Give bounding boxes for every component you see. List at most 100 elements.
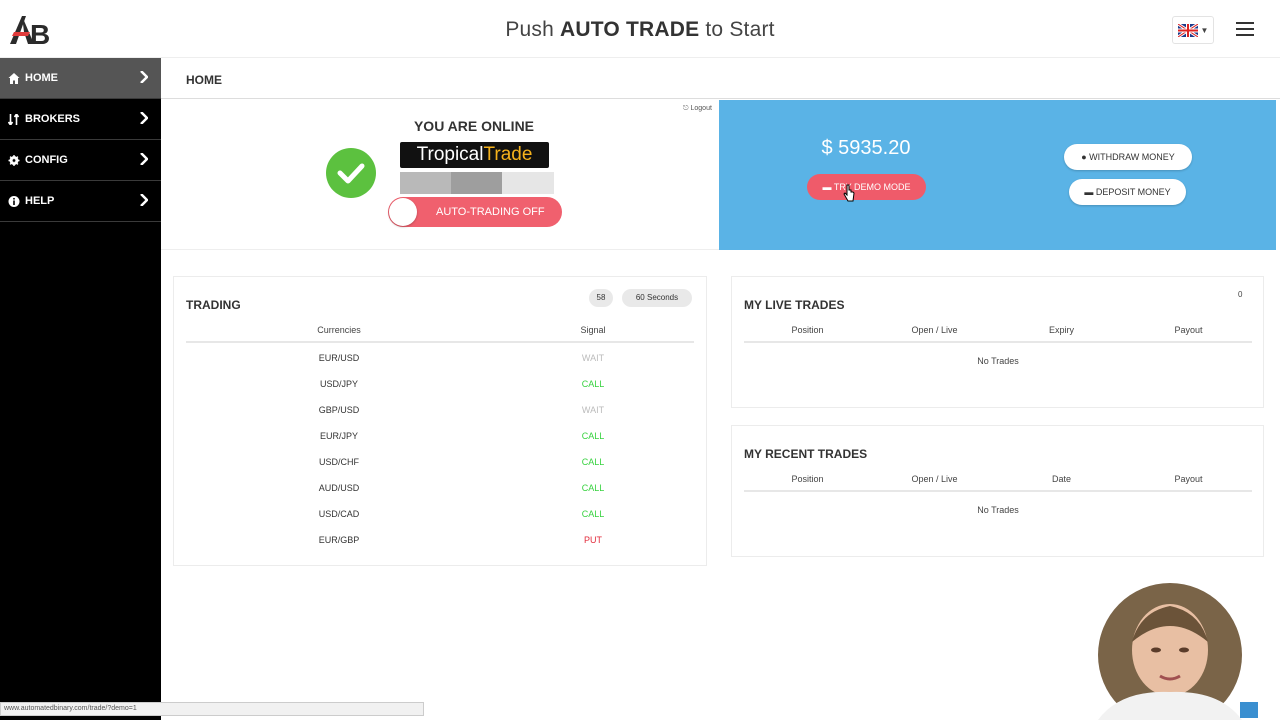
column-header: Date bbox=[1051, 474, 1071, 484]
trading-title: TRADING bbox=[186, 298, 241, 312]
column-header: Open / Live bbox=[911, 325, 958, 335]
table-row: USD/CAD CALL bbox=[186, 501, 694, 527]
try-demo-mode-button[interactable]: ▬ TRY DEMO MODE bbox=[807, 174, 926, 200]
home-icon bbox=[8, 72, 20, 84]
countdown-badge: 58 bbox=[589, 289, 613, 307]
brand-first-word: Tropical bbox=[416, 144, 484, 165]
recent-trades-empty: No Trades bbox=[977, 505, 1019, 515]
currency-pair: EUR/GBP bbox=[318, 535, 360, 545]
chevron-down-icon: ▼ bbox=[1200, 25, 1209, 35]
withdraw-button-label: WITHDRAW MONEY bbox=[1089, 152, 1175, 162]
trade-signal: CALL bbox=[581, 483, 605, 493]
trading-table-header: Currencies Signal bbox=[186, 325, 694, 343]
mouse-pointer-icon bbox=[843, 184, 855, 202]
sidebar-item-config[interactable]: CONFIG bbox=[0, 140, 161, 181]
recent-trades-header: Position Open / Live Date Payout bbox=[744, 474, 1252, 492]
column-header: Open / Live bbox=[911, 474, 958, 484]
deposit-button-label: DEPOSIT MONEY bbox=[1095, 187, 1171, 197]
presenter-webcam-video bbox=[1098, 583, 1258, 720]
logout-icon: ⎋ bbox=[683, 105, 689, 112]
credit-card-icon: ▬ bbox=[822, 182, 832, 192]
currency-pair: USD/CAD bbox=[318, 509, 360, 519]
live-trades-count: 0 bbox=[1238, 290, 1243, 299]
trading-card: TRADING 58 60 Seconds Currencies Signal … bbox=[173, 276, 707, 566]
uk-flag-icon bbox=[1177, 23, 1198, 37]
table-row: EUR/GBP PUT bbox=[186, 527, 694, 553]
breadcrumb: HOME bbox=[186, 73, 222, 87]
online-status-title: YOU ARE ONLINE bbox=[413, 118, 535, 134]
headline-suffix: to Start bbox=[705, 18, 775, 41]
connection-progress-bar bbox=[400, 172, 554, 194]
table-row: EUR/USD WAIT bbox=[186, 345, 694, 371]
hamburger-menu-icon[interactable] bbox=[1236, 22, 1254, 36]
breadcrumb-bar: HOME bbox=[161, 58, 1280, 99]
column-header: Expiry bbox=[1048, 325, 1074, 335]
top-bar: B Push AUTO TRADE to Start ▼ bbox=[0, 0, 1280, 58]
chevron-right-icon bbox=[140, 153, 148, 165]
column-header: Position bbox=[791, 474, 824, 484]
column-header: Payout bbox=[1174, 325, 1203, 335]
chevron-right-icon bbox=[140, 194, 148, 206]
logout-label: Logout bbox=[690, 105, 712, 112]
info-icon bbox=[8, 195, 20, 207]
sidebar-item-help[interactable]: HELP bbox=[0, 181, 161, 222]
brokers-icon bbox=[8, 113, 20, 125]
trade-signal: CALL bbox=[581, 431, 605, 441]
live-trades-card: MY LIVE TRADES 0 Position Open / Live Ex… bbox=[731, 276, 1264, 408]
currency-pair: AUD/USD bbox=[318, 483, 360, 493]
table-row: USD/CHF CALL bbox=[186, 449, 694, 475]
online-check-icon bbox=[326, 148, 376, 198]
auto-trading-toggle[interactable]: AUTO-TRADING OFF bbox=[388, 197, 562, 227]
trade-signal: CALL bbox=[581, 509, 605, 519]
column-header: Signal bbox=[580, 325, 606, 335]
sidebar-item-label: HOME bbox=[25, 72, 58, 84]
currency-pair: EUR/JPY bbox=[319, 431, 358, 441]
interval-selector[interactable]: 60 Seconds bbox=[622, 289, 692, 307]
broker-brand-logo: TropicalTrade bbox=[400, 142, 549, 168]
withdraw-money-button[interactable]: ● WITHDRAW MONEY bbox=[1064, 144, 1192, 170]
table-row: EUR/JPY CALL bbox=[186, 423, 694, 449]
currency-pair: USD/CHF bbox=[319, 457, 359, 467]
table-row: USD/JPY CALL bbox=[186, 371, 694, 397]
account-balance-panel: $ 5935.20 ▬ TRY DEMO MODE ● WITHDRAW MON… bbox=[719, 100, 1276, 250]
column-header: Payout bbox=[1174, 474, 1203, 484]
trade-signal: PUT bbox=[584, 535, 602, 545]
auto-trading-label: AUTO-TRADING OFF bbox=[436, 206, 545, 218]
language-selector[interactable]: ▼ bbox=[1172, 16, 1214, 44]
logout-link[interactable]: ⎋ Logout bbox=[683, 105, 712, 113]
recent-trades-title: MY RECENT TRADES bbox=[744, 447, 868, 461]
trade-signal: WAIT bbox=[581, 353, 605, 363]
gear-icon bbox=[8, 154, 20, 166]
recent-trades-card: MY RECENT TRADES Position Open / Live Da… bbox=[731, 425, 1264, 557]
deposit-money-button[interactable]: ▬ DEPOSIT MONEY bbox=[1069, 179, 1186, 205]
credit-card-icon: ▬ bbox=[1084, 187, 1094, 197]
chevron-right-icon bbox=[140, 112, 148, 124]
live-trades-header: Position Open / Live Expiry Payout bbox=[744, 325, 1252, 343]
column-header: Currencies bbox=[317, 325, 361, 335]
column-header: Position bbox=[791, 325, 824, 335]
headline-bold: AUTO TRADE bbox=[560, 18, 700, 41]
sidebar-item-home[interactable]: HOME bbox=[0, 58, 161, 99]
trade-signal: CALL bbox=[581, 457, 605, 467]
brand-second-word: Trade bbox=[483, 144, 533, 165]
sidebar-item-label: CONFIG bbox=[25, 154, 68, 166]
toggle-knob bbox=[389, 198, 417, 226]
account-balance: $ 5935.20 bbox=[821, 137, 911, 159]
sidebar-item-label: BROKERS bbox=[25, 113, 81, 125]
currency-pair: GBP/USD bbox=[318, 405, 360, 415]
trade-signal: WAIT bbox=[581, 405, 605, 415]
live-trades-title: MY LIVE TRADES bbox=[744, 298, 845, 312]
currency-pair: EUR/USD bbox=[318, 353, 360, 363]
page-headline: Push AUTO TRADE to Start bbox=[0, 18, 1280, 42]
trade-signal: CALL bbox=[581, 379, 605, 389]
table-row: GBP/USD WAIT bbox=[186, 397, 694, 423]
sidebar-item-label: HELP bbox=[25, 195, 55, 207]
sidebar: HOME BROKERS CONFIG HELP bbox=[0, 58, 161, 720]
browser-status-url: www.automatedbinary.com/trade/?demo=1 bbox=[0, 702, 424, 716]
live-trades-empty: No Trades bbox=[977, 356, 1019, 366]
headline-prefix: Push bbox=[505, 18, 554, 41]
sidebar-item-brokers[interactable]: BROKERS bbox=[0, 99, 161, 140]
currency-pair: USD/JPY bbox=[319, 379, 358, 389]
progress-segment bbox=[451, 172, 502, 194]
piggy-bank-icon: ● bbox=[1081, 152, 1087, 162]
